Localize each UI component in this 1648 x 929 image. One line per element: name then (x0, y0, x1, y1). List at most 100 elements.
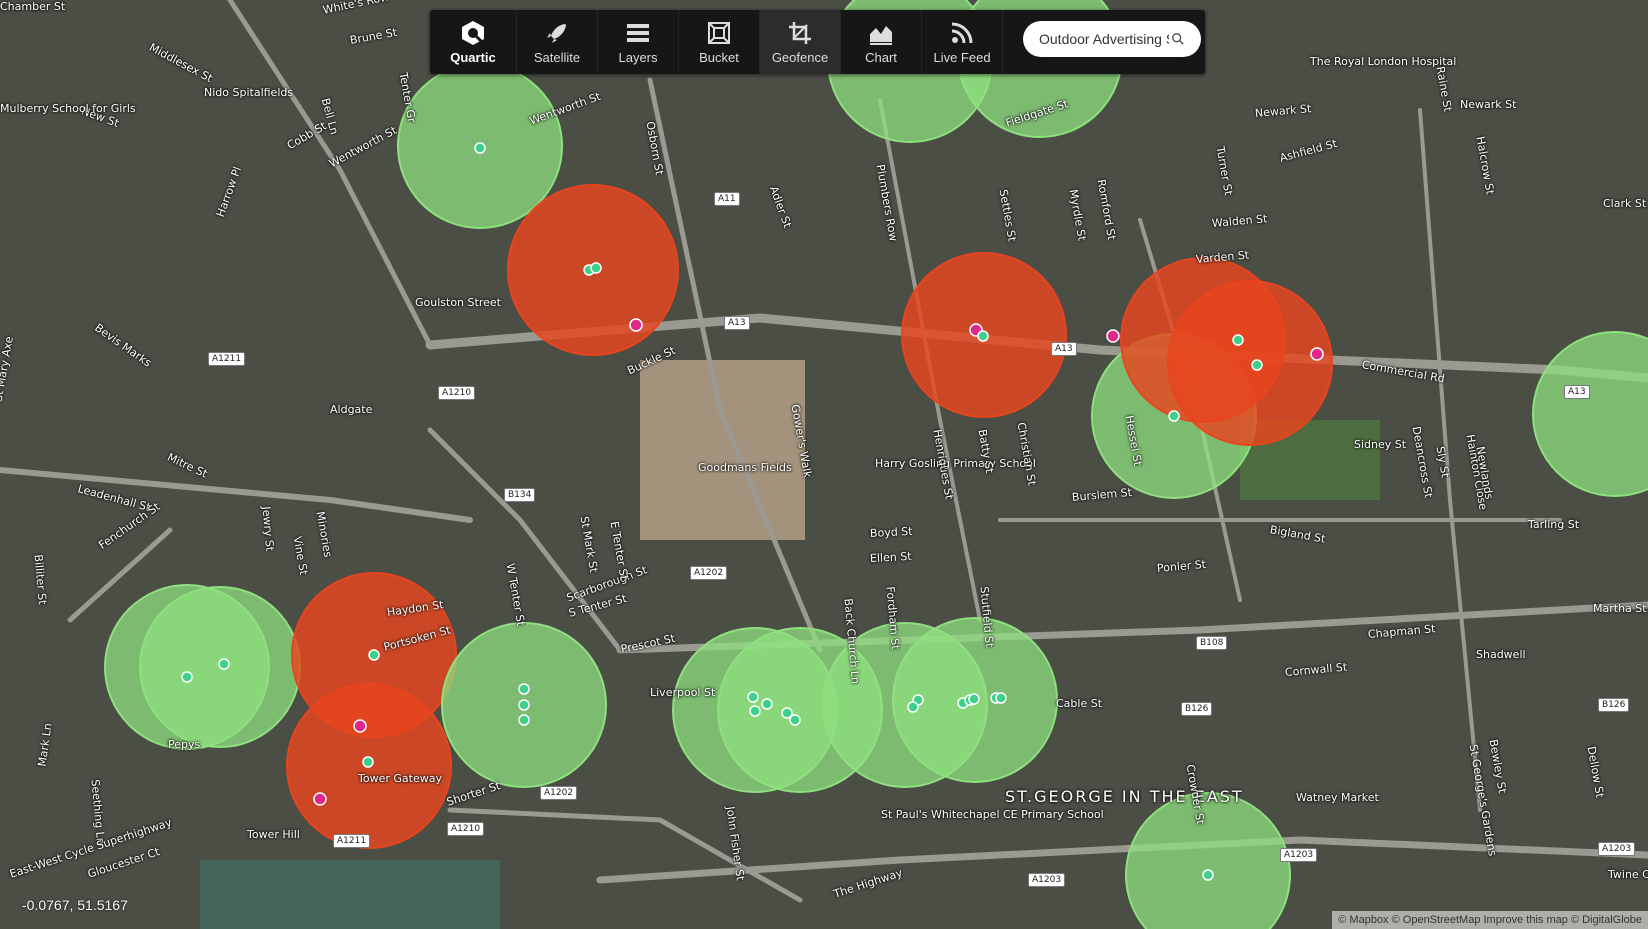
green-poi-marker[interactable] (362, 756, 374, 768)
live-feed-label: Live Feed (933, 49, 991, 65)
layers-button[interactable]: Layers (598, 10, 679, 74)
street-label: Nido Spitalfields (204, 86, 294, 99)
green-poi-marker[interactable] (749, 705, 761, 717)
quartic-logo-button[interactable]: Quartic (430, 10, 517, 74)
street-label: ST.GEORGE IN THE EAST (1005, 787, 1244, 806)
street-label: Pepys (168, 738, 201, 751)
street-label: Boyd St (869, 524, 913, 540)
main-toolbar: Quartic Satellite Layers Bucket Geofence (430, 10, 1205, 74)
green-poi-marker[interactable] (789, 714, 801, 726)
street-label: Cable St (1056, 697, 1103, 710)
street-label: Newark St (1460, 98, 1517, 111)
street-label: Clark St (1603, 197, 1647, 210)
construction-site (640, 360, 805, 540)
live-feed-button[interactable]: Live Feed (922, 10, 1003, 74)
pink-poi-marker[interactable] (1106, 329, 1120, 343)
pink-poi-marker[interactable] (629, 318, 643, 332)
cursor-coordinates: -0.0767, 51.5167 (22, 897, 128, 913)
green-poi-marker[interactable] (518, 699, 530, 711)
satellite-label: Satellite (533, 49, 581, 65)
bucket-icon (708, 21, 730, 44)
green-poi-marker[interactable] (590, 262, 602, 274)
road-number-shield: A11 (714, 192, 740, 206)
green-poi-marker[interactable] (518, 683, 530, 695)
street-label: Shadwell (1476, 648, 1526, 661)
logo-label: Quartic (450, 49, 496, 65)
rocket-icon (547, 23, 566, 43)
road-number-shield: A1211 (333, 834, 371, 848)
street-label: Chamber St (0, 0, 66, 13)
road-number-shield: B134 (504, 488, 536, 502)
street-label: Sidney St (1354, 438, 1407, 451)
geofence-label: Geofence (771, 49, 829, 65)
road-number-shield: A1203 (1280, 848, 1318, 862)
road-number-shield: A1210 (447, 822, 485, 836)
green-poi-marker[interactable] (747, 691, 759, 703)
green-poi-marker[interactable] (218, 658, 230, 670)
pink-poi-marker[interactable] (353, 719, 367, 733)
satellite-map[interactable] (0, 0, 1648, 929)
street-label: Ellen St (869, 549, 912, 565)
street-label: Aldgate (330, 403, 373, 416)
chart-button[interactable]: Chart (841, 10, 922, 74)
road-number-shield: B126 (1598, 698, 1630, 712)
road-number-shield: A13 (1051, 342, 1077, 356)
green-poi-marker[interactable] (907, 701, 919, 713)
street-label: Goulston Street (415, 296, 501, 309)
street-label: Twine Ct (1608, 868, 1648, 881)
street-label: Tower Gateway (358, 772, 442, 785)
green-poi-marker[interactable] (1202, 869, 1214, 881)
bucket-button[interactable]: Bucket (679, 10, 760, 74)
road-number-shield: A1202 (690, 566, 728, 580)
layers-label: Layers (618, 49, 658, 65)
green-poi-marker[interactable] (968, 693, 980, 705)
green-poi-marker[interactable] (761, 698, 773, 710)
street-label: The Royal London Hospital (1310, 55, 1457, 68)
quartic-logo-icon (462, 20, 484, 45)
tower-moat-water (200, 860, 500, 929)
rss-icon (951, 22, 973, 43)
crop-icon (789, 21, 811, 44)
road-number-shield: A1210 (438, 386, 476, 400)
road-number-shield: A1202 (540, 786, 578, 800)
geofence-button[interactable]: Geofence (760, 10, 841, 74)
street-label: Goodmans Fields (698, 461, 792, 474)
green-poi-marker[interactable] (368, 649, 380, 661)
satellite-button[interactable]: Satellite (517, 10, 598, 74)
map-background (0, 0, 1648, 929)
road-number-shield: A1211 (208, 352, 246, 366)
map-attribution[interactable]: © Mapbox © OpenStreetMap Improve this ma… (1332, 911, 1648, 929)
pink-poi-marker[interactable] (1310, 347, 1324, 361)
road-number-shield: B108 (1196, 636, 1228, 650)
green-poi-marker[interactable] (518, 714, 530, 726)
area-chart-icon (870, 25, 892, 45)
street-label: Tower Hill (247, 828, 300, 841)
street-label: Liverpool St (650, 686, 716, 699)
road-number-shield: B126 (1181, 702, 1213, 716)
search-icon[interactable] (1171, 32, 1185, 46)
road-number-shield: A1203 (1598, 842, 1636, 856)
pink-poi-marker[interactable] (313, 792, 327, 806)
street-label: Martha St (1593, 602, 1647, 615)
green-poi-marker[interactable] (1232, 334, 1244, 346)
green-poi-marker[interactable] (995, 692, 1007, 704)
street-label: Tarling St (1528, 518, 1580, 531)
red-geofence[interactable] (1167, 280, 1333, 446)
search-input[interactable] (1037, 30, 1171, 48)
road-number-shield: A13 (1564, 385, 1590, 399)
search-box (1023, 21, 1201, 57)
green-poi-marker[interactable] (977, 330, 989, 342)
green-poi-marker[interactable] (1168, 410, 1180, 422)
street-label: Mulberry School for Girls (0, 102, 136, 115)
chart-label: Chart (865, 49, 897, 65)
street-label: St Paul's Whitechapel CE Primary School (881, 808, 1104, 821)
street-label: Harry Gosling Primary School (875, 457, 1036, 470)
green-poi-marker[interactable] (474, 142, 486, 154)
green-poi-marker[interactable] (1251, 359, 1263, 371)
layers-icon (627, 23, 649, 42)
road-number-shield: A13 (724, 316, 750, 330)
road-number-shield: A1203 (1028, 873, 1066, 887)
bucket-label: Bucket (699, 49, 739, 65)
green-poi-marker[interactable] (181, 671, 193, 683)
street-label: Watney Market (1296, 791, 1379, 804)
